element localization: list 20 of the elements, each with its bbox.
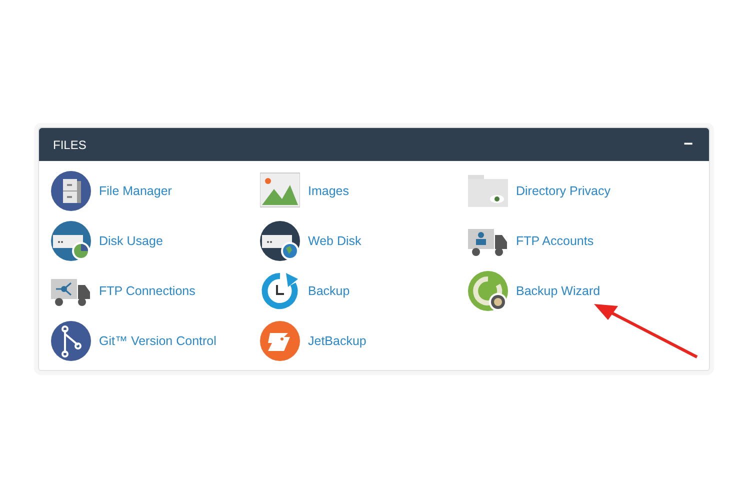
tool-link[interactable]: Directory Privacy xyxy=(516,184,610,198)
clock-arrow-badge-icon[interactable] xyxy=(468,271,508,311)
tool-link[interactable]: File Manager xyxy=(99,184,172,198)
tool-link[interactable]: JetBackup xyxy=(308,334,366,348)
tool-link[interactable]: Backup xyxy=(308,284,350,298)
collapse-button[interactable]: − xyxy=(680,136,697,154)
tool-link[interactable]: Web Disk xyxy=(308,234,362,248)
clock-arrow-icon[interactable] xyxy=(260,271,300,311)
tool-link[interactable]: Backup Wizard xyxy=(516,284,600,298)
panel-title: FILES xyxy=(53,138,86,152)
drive-globe-icon[interactable] xyxy=(260,221,300,261)
tool-link[interactable]: Images xyxy=(308,184,349,198)
cabinet-icon[interactable] xyxy=(51,171,91,211)
tool-link[interactable]: Disk Usage xyxy=(99,234,163,248)
branch-icon[interactable] xyxy=(51,321,91,361)
tool-link[interactable]: Git™ Version Control xyxy=(99,334,216,348)
mascot-icon[interactable] xyxy=(260,321,300,361)
tool-link[interactable]: FTP Accounts xyxy=(516,234,594,248)
tool-link[interactable]: FTP Connections xyxy=(99,284,196,298)
drive-chart-icon[interactable] xyxy=(51,221,91,261)
